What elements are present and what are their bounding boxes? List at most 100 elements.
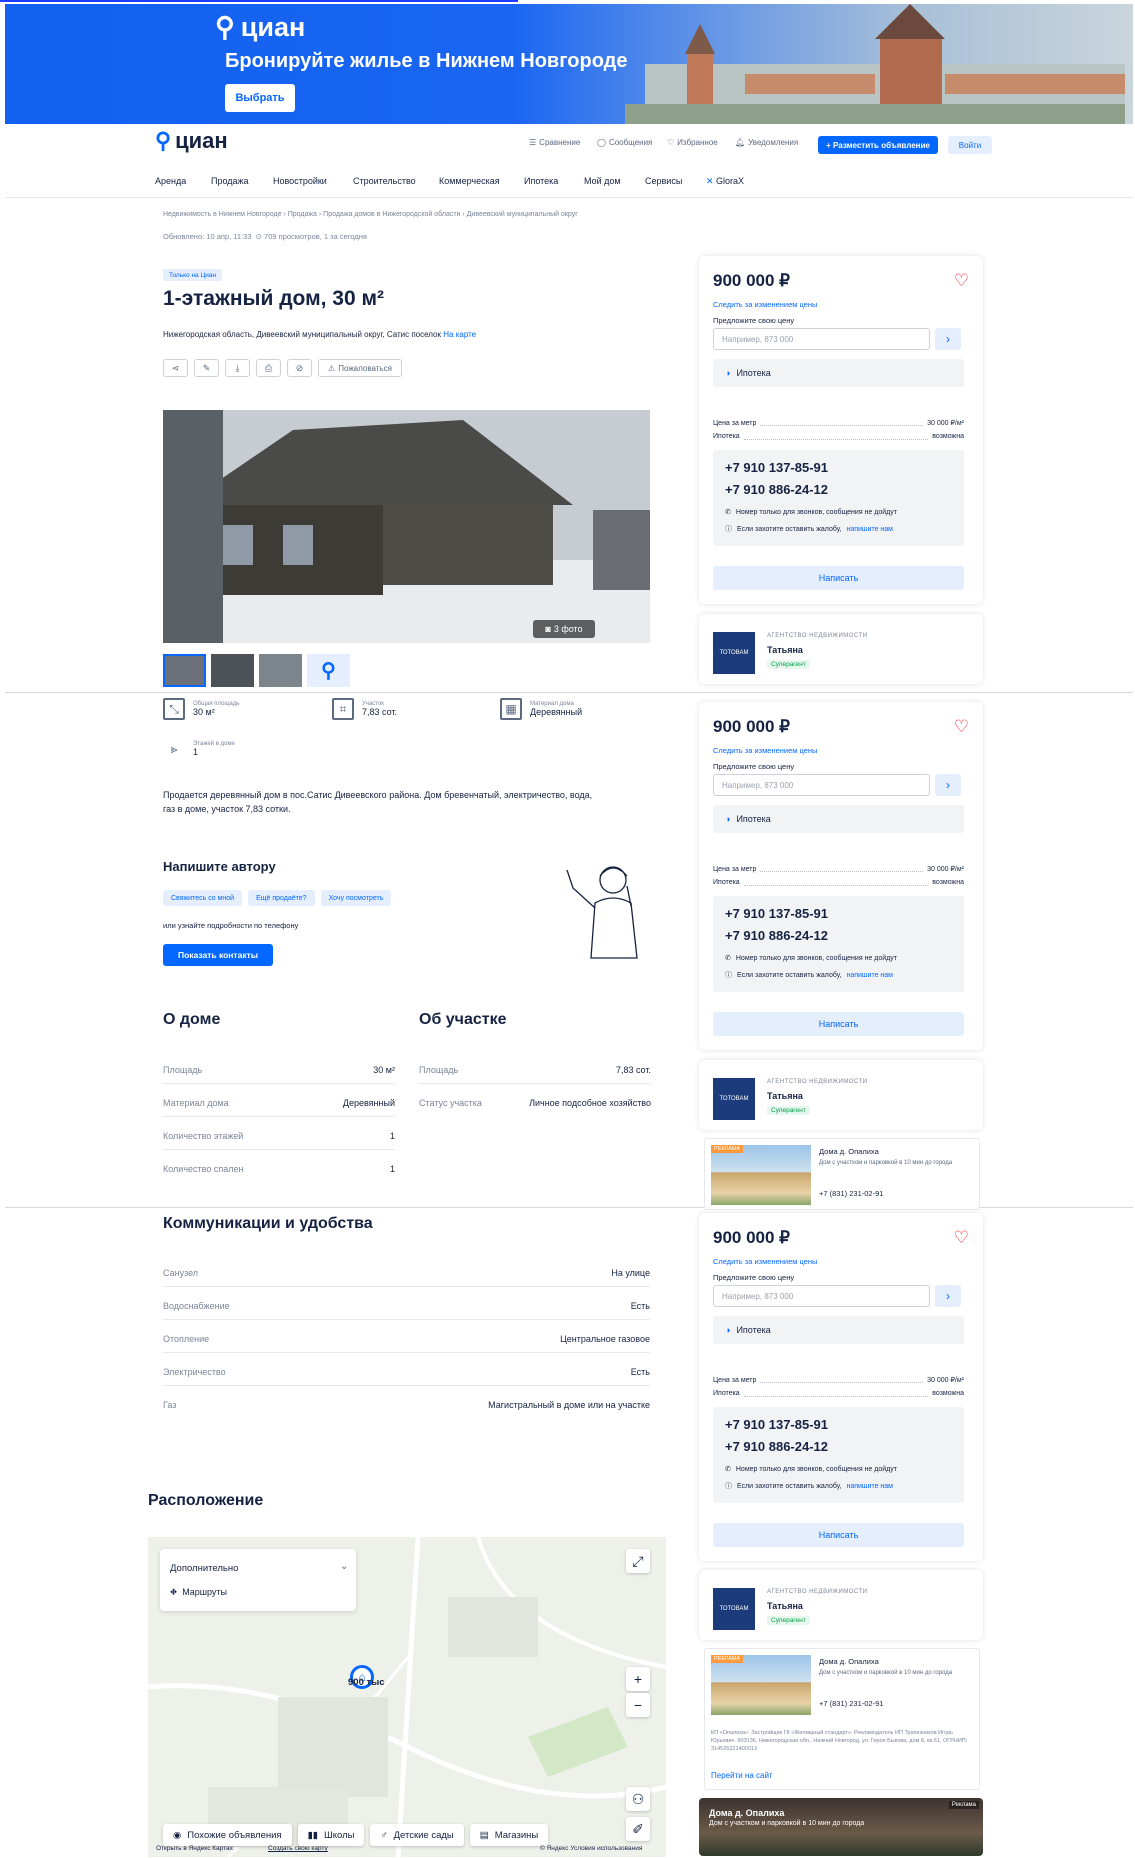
menu-mortgage[interactable]: Ипотека <box>524 176 558 186</box>
breadcrumb[interactable]: Недвижимость в Нижнем Новгороде › Продаж… <box>163 211 578 218</box>
cart-icon: ▤ <box>479 1829 489 1841</box>
write-button[interactable]: Написать <box>713 1012 964 1036</box>
agency-card[interactable]: ТОТОВАМ АГЕНТСТВО НЕДВИЖИМОСТИ Татьяна С… <box>699 1570 983 1640</box>
ad-site-link[interactable]: Перейти на сайт <box>711 1771 773 1780</box>
map-attribution[interactable]: © Яндекс Условия использования <box>540 1845 642 1852</box>
top-link-bar[interactable] <box>0 0 518 2</box>
write-us-link[interactable]: напишите нам <box>846 972 893 979</box>
follow-price-link[interactable]: Следить за изменением цены <box>713 300 817 309</box>
chip-contact-me[interactable]: Свяжитесь со мной <box>163 890 243 906</box>
mortgage-button[interactable]: ◑ Ипотека <box>713 1316 964 1344</box>
similar-listings-button[interactable]: ◉ Похожие объявления <box>163 1824 292 1846</box>
chip-still-selling[interactable]: Ещё продаёте? <box>248 890 315 906</box>
map-routes[interactable]: ⛖ Маршруты <box>170 1587 227 1598</box>
phone-number[interactable]: +7 910 137-85-91 <box>725 1417 828 1432</box>
ruler-icon[interactable]: ✐ <box>626 1817 650 1841</box>
or-phone-text: или узнайте подробности по телефону <box>163 921 299 930</box>
follow-price-link[interactable]: Следить за изменением цены <box>713 1257 817 1266</box>
nav-notifications[interactable]: 🔔︎ Уведомления <box>735 138 798 147</box>
ad-bottom-banner[interactable]: Дома д. Опалиха Дом с участком и парковк… <box>699 1798 983 1856</box>
phone-number[interactable]: +7 910 886-24-12 <box>725 482 828 497</box>
offer-price-input[interactable]: Например, 873 000 <box>713 774 930 796</box>
chevron-right-icon[interactable]: › <box>935 328 961 350</box>
open-in-yandex-link[interactable]: Открыть в Яндекс Картах <box>156 1845 233 1852</box>
photo-count[interactable]: ◙ 3 фото <box>533 620 595 638</box>
menu-new-buildings[interactable]: Новостройки <box>273 176 327 186</box>
banner-choose-button[interactable]: Выбрать <box>225 84 295 112</box>
complain-label: Пожаловаться <box>338 363 392 373</box>
thumbnail[interactable] <box>163 654 206 687</box>
write-us-link[interactable]: напишите нам <box>846 1483 893 1490</box>
write-us-link[interactable]: напишите нам <box>846 526 893 533</box>
fullscreen-icon[interactable]: ⤢ <box>626 1549 650 1573</box>
ad-card[interactable]: РЕКЛАМА Дома д. Опалиха Дом с участком и… <box>704 1138 980 1210</box>
page-title: 1-этажный дом, 30 м² <box>163 287 385 310</box>
shops-button[interactable]: ▤ Магазины <box>469 1824 549 1846</box>
map[interactable]: Дополнительно ⌄ ⛖ Маршруты ⤢ + − ⚇ ✐ ⌂ 90… <box>148 1537 666 1857</box>
ad-title: Дома д. Опалиха <box>819 1147 879 1156</box>
promo-banner[interactable]: ⚲ циан Бронируйте жилье в Нижнем Новгоро… <box>5 4 1133 124</box>
phone-number[interactable]: +7 910 137-85-91 <box>725 906 828 921</box>
kv-value: 30 000 ₽/м² <box>927 866 964 873</box>
create-map-link[interactable]: Создать свою карту <box>268 1845 328 1852</box>
house-photo-image <box>163 410 650 643</box>
menu-commercial[interactable]: Коммерческая <box>439 176 500 186</box>
phone-number[interactable]: +7 910 886-24-12 <box>725 1439 828 1454</box>
post-ad-button[interactable]: + Разместить объявление <box>818 136 938 154</box>
mortgage-button[interactable]: ◑ Ипотека <box>713 359 964 387</box>
main-photo[interactable]: ◙ 3 фото <box>163 410 650 643</box>
share-icon[interactable]: ⋖ <box>163 359 188 377</box>
chevron-right-icon[interactable]: › <box>935 1285 961 1307</box>
nav-favorites[interactable]: ♡ Избранное <box>667 138 718 147</box>
ad-card[interactable]: РЕКЛАМА Дома д. Опалиха Дом с участком и… <box>704 1648 980 1790</box>
schools-button[interactable]: ▮▮ Школы <box>297 1824 365 1846</box>
ad-phone[interactable]: +7 (831) 231-02-91 <box>819 1189 883 1198</box>
agency-card[interactable]: ТОТОВАМ АГЕНТСТВО НЕДВИЖИМОСТИ Татьяна С… <box>699 614 983 684</box>
feature-floors: ⪢ Этажей в доме 1 <box>163 738 235 760</box>
phone-number[interactable]: +7 910 137-85-91 <box>725 460 828 475</box>
write-button[interactable]: Написать <box>713 566 964 590</box>
offer-price-input[interactable]: Например, 873 000 <box>713 328 930 350</box>
hide-icon[interactable]: ⊘ <box>287 359 312 377</box>
map-extra-dropdown[interactable]: Дополнительно <box>170 1563 238 1574</box>
menu-construction[interactable]: Строительство <box>353 176 416 186</box>
ad-phone[interactable]: +7 (831) 231-02-91 <box>819 1699 883 1708</box>
thumbnail[interactable] <box>259 654 302 687</box>
chip-want-to-see[interactable]: Хочу посмотреть <box>320 890 392 906</box>
menu-my-home[interactable]: Мой дом <box>584 176 621 186</box>
on-map-link[interactable]: На карте <box>443 330 476 339</box>
nav-favorites-label: Избранное <box>677 138 718 147</box>
zoom-in-icon[interactable]: + <box>626 1667 650 1691</box>
zoom-out-icon[interactable]: − <box>626 1693 650 1717</box>
print-icon[interactable]: ⎙ <box>256 359 281 377</box>
address: Нижегородская область, Дивеевский муници… <box>163 330 476 339</box>
agency-card[interactable]: ТОТОВАМ АГЕНТСТВО НЕДВИЖИМОСТИ Татьяна С… <box>699 1060 983 1130</box>
thumbnail[interactable] <box>211 654 254 687</box>
favorite-heart-icon[interactable]: ♡ <box>954 717 969 737</box>
menu-glorax[interactable]: ✕ GloraX <box>706 176 744 187</box>
show-contacts-button[interactable]: Показать контакты <box>163 944 273 966</box>
person-icon[interactable]: ⚇ <box>626 1787 650 1811</box>
menu-rent[interactable]: Аренда <box>155 176 186 186</box>
nav-compare[interactable]: ☰ Сравнение <box>529 138 580 147</box>
download-icon[interactable]: ⤓ <box>225 359 250 377</box>
offer-price-input[interactable]: Например, 873 000 <box>713 1285 930 1307</box>
edit-icon[interactable]: ✎ <box>194 359 219 377</box>
nav-messages[interactable]: ◯ Сообщения <box>597 138 652 147</box>
cian-logo-icon[interactable]: ⚲ <box>307 654 350 687</box>
follow-price-link[interactable]: Следить за изменением цены <box>713 746 817 755</box>
login-button[interactable]: Войти <box>948 136 992 154</box>
kv-value: 30 000 ₽/м² <box>927 420 964 427</box>
mortgage-button[interactable]: ◑ Ипотека <box>713 805 964 833</box>
complain-button[interactable]: ⚠ Пожаловаться <box>318 359 402 377</box>
menu-services[interactable]: Сервисы <box>645 176 682 186</box>
site-logo[interactable]: ⚲ циан <box>155 128 228 154</box>
phone-number[interactable]: +7 910 886-24-12 <box>725 928 828 943</box>
write-button[interactable]: Написать <box>713 1523 964 1547</box>
menu-sale[interactable]: Продажа <box>211 176 249 186</box>
chevron-right-icon[interactable]: › <box>935 774 961 796</box>
kindergartens-button[interactable]: ♂ Детские сады <box>370 1824 464 1846</box>
chevron-down-icon[interactable]: ⌄ <box>340 1561 348 1572</box>
favorite-heart-icon[interactable]: ♡ <box>954 1228 969 1248</box>
favorite-heart-icon[interactable]: ♡ <box>954 271 969 291</box>
